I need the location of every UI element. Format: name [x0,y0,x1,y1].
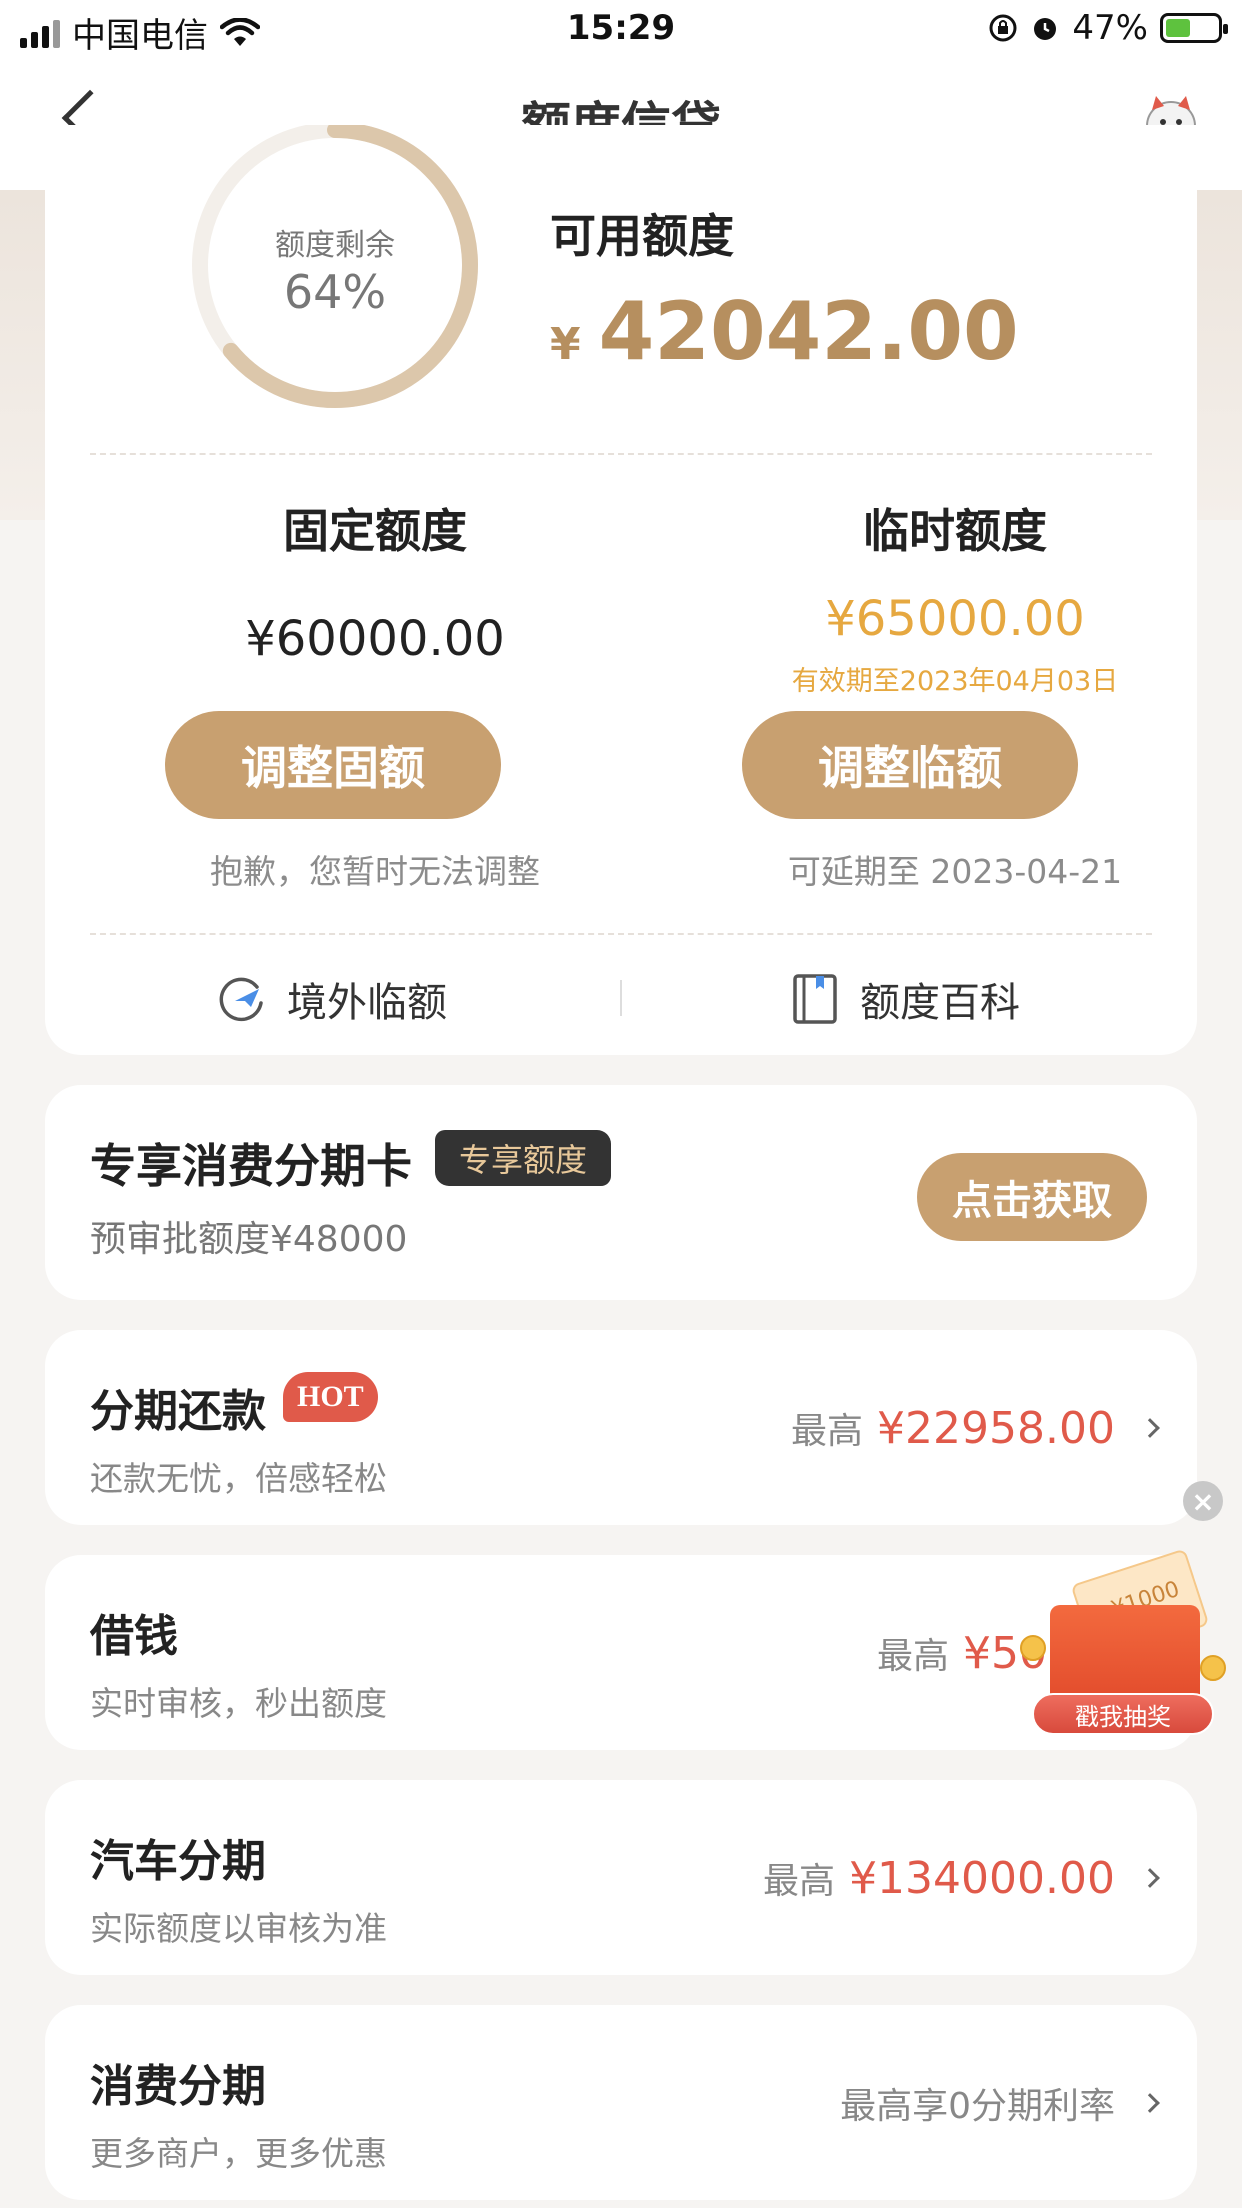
status-right: 47% [988,8,1228,48]
temp-limit-value: ¥65000.00 [825,591,1085,647]
item-title: 借钱 [90,1611,178,1662]
temp-limit-expiry: 有效期至2023年04月03日 [791,666,1119,697]
limit-wiki-label: 额度百科 [860,980,1020,1026]
exclusive-subtitle: 预审批额度¥48000 [90,1219,408,1260]
chevron-right-icon [1140,2093,1160,2113]
list-item[interactable]: 消费分期 更多商户，更多优惠 最高享0分期利率 [45,2005,1197,2200]
limit-wiki-link[interactable]: 额度百科 [790,970,1020,1028]
temp-limit-label: 临时额度 [863,504,1047,558]
get-exclusive-button[interactable]: 点击获取 [917,1153,1147,1241]
available-amount: ¥42042.00 [550,285,1019,378]
exclusive-tag: 专享额度 [435,1130,612,1186]
adjust-fixed-button[interactable]: 调整固额 [165,711,501,819]
list-item[interactable]: 汽车分期 实际额度以审核为准 最高 ¥134000.00 [45,1780,1197,1975]
book-icon [793,974,837,1024]
ring-value: 64% [283,265,387,319]
item-subtitle: 实时审核，秒出额度 [90,1684,387,1723]
item-title: 汽车分期 [90,1836,266,1887]
fixed-limit-column: 固定额度 ¥60000.00 [135,495,615,667]
item-right: 最高 ¥22958.00 [791,1402,1160,1454]
battery-percent: 47% [1072,8,1148,48]
overseas-limit-label: 境外临额 [287,980,447,1026]
rotation-lock-icon [989,14,1017,42]
item-amount: ¥134000.00 [849,1852,1115,1904]
alarm-icon [1034,18,1057,40]
item-subtitle: 更多商户，更多优惠 [90,2134,387,2173]
lottery-widget[interactable]: ¥1000 戳我抽奖 [1010,1545,1242,1745]
item-amount: ¥22958.00 [877,1402,1115,1454]
item-right: 最高 ¥134000.00 [763,1852,1160,1904]
chevron-right-icon [1140,1418,1160,1438]
fixed-limit-label: 固定额度 [283,504,467,558]
divider [90,933,1152,935]
item-title: 分期还款 [90,1386,266,1437]
item-subtitle: 实际额度以审核为准 [90,1909,387,1948]
close-icon[interactable]: × [1183,1481,1223,1521]
item-prefix: 最高 [763,1861,836,1902]
list-item[interactable]: 分期还款 HOT 还款无忧，倍感轻松 最高 ¥22958.00 [45,1330,1197,1525]
exclusive-installment-card: 专享消费分期卡 专享额度 预审批额度¥48000 点击获取 [45,1085,1197,1300]
ring-label: 额度剩余 [275,228,395,263]
link-separator [620,980,622,1016]
hot-badge: HOT [283,1372,378,1422]
coin-icon [1200,1655,1226,1681]
item-right: 最高享0分期利率 [840,2077,1160,2129]
item-title: 消费分期 [90,2061,266,2112]
item-prefix: 最高 [877,1636,950,1677]
available-value: 42042.00 [598,285,1019,378]
lottery-button[interactable]: 戳我抽奖 [1032,1693,1214,1735]
remaining-ring: 额度剩余 64% [185,122,485,425]
battery-icon [1160,13,1228,43]
plane-globe-icon [219,977,263,1022]
overseas-limit-link[interactable]: 境外临额 [215,970,447,1028]
chevron-right-icon [1140,1868,1160,1888]
divider [90,453,1152,455]
temp-limit-column: 临时额度 ¥65000.00 有效期至2023年04月03日 [715,495,1195,698]
temp-limit-note: 可延期至 2023-04-21 [787,852,1123,891]
credit-card-panel: 额度剩余 64% 可用额度 ¥42042.00 固定额度 ¥60000.00 临… [45,122,1197,1055]
coin-icon [1020,1635,1046,1661]
item-subtitle: 还款无忧，倍感轻松 [90,1459,387,1498]
status-bar: 中国电信 15:29 47% [0,0,1242,62]
adjust-temp-button[interactable]: 调整临额 [742,711,1078,819]
fixed-limit-value: ¥60000.00 [245,611,505,667]
exclusive-title: 专享消费分期卡 [90,1139,412,1193]
available-label: 可用额度 [550,209,734,263]
item-prefix: 最高 [791,1411,864,1452]
currency-symbol: ¥ [550,319,581,370]
item-prefix: 最高享0分期利率 [840,2086,1115,2127]
fixed-limit-note: 抱歉，您暂时无法调整 [210,852,540,891]
